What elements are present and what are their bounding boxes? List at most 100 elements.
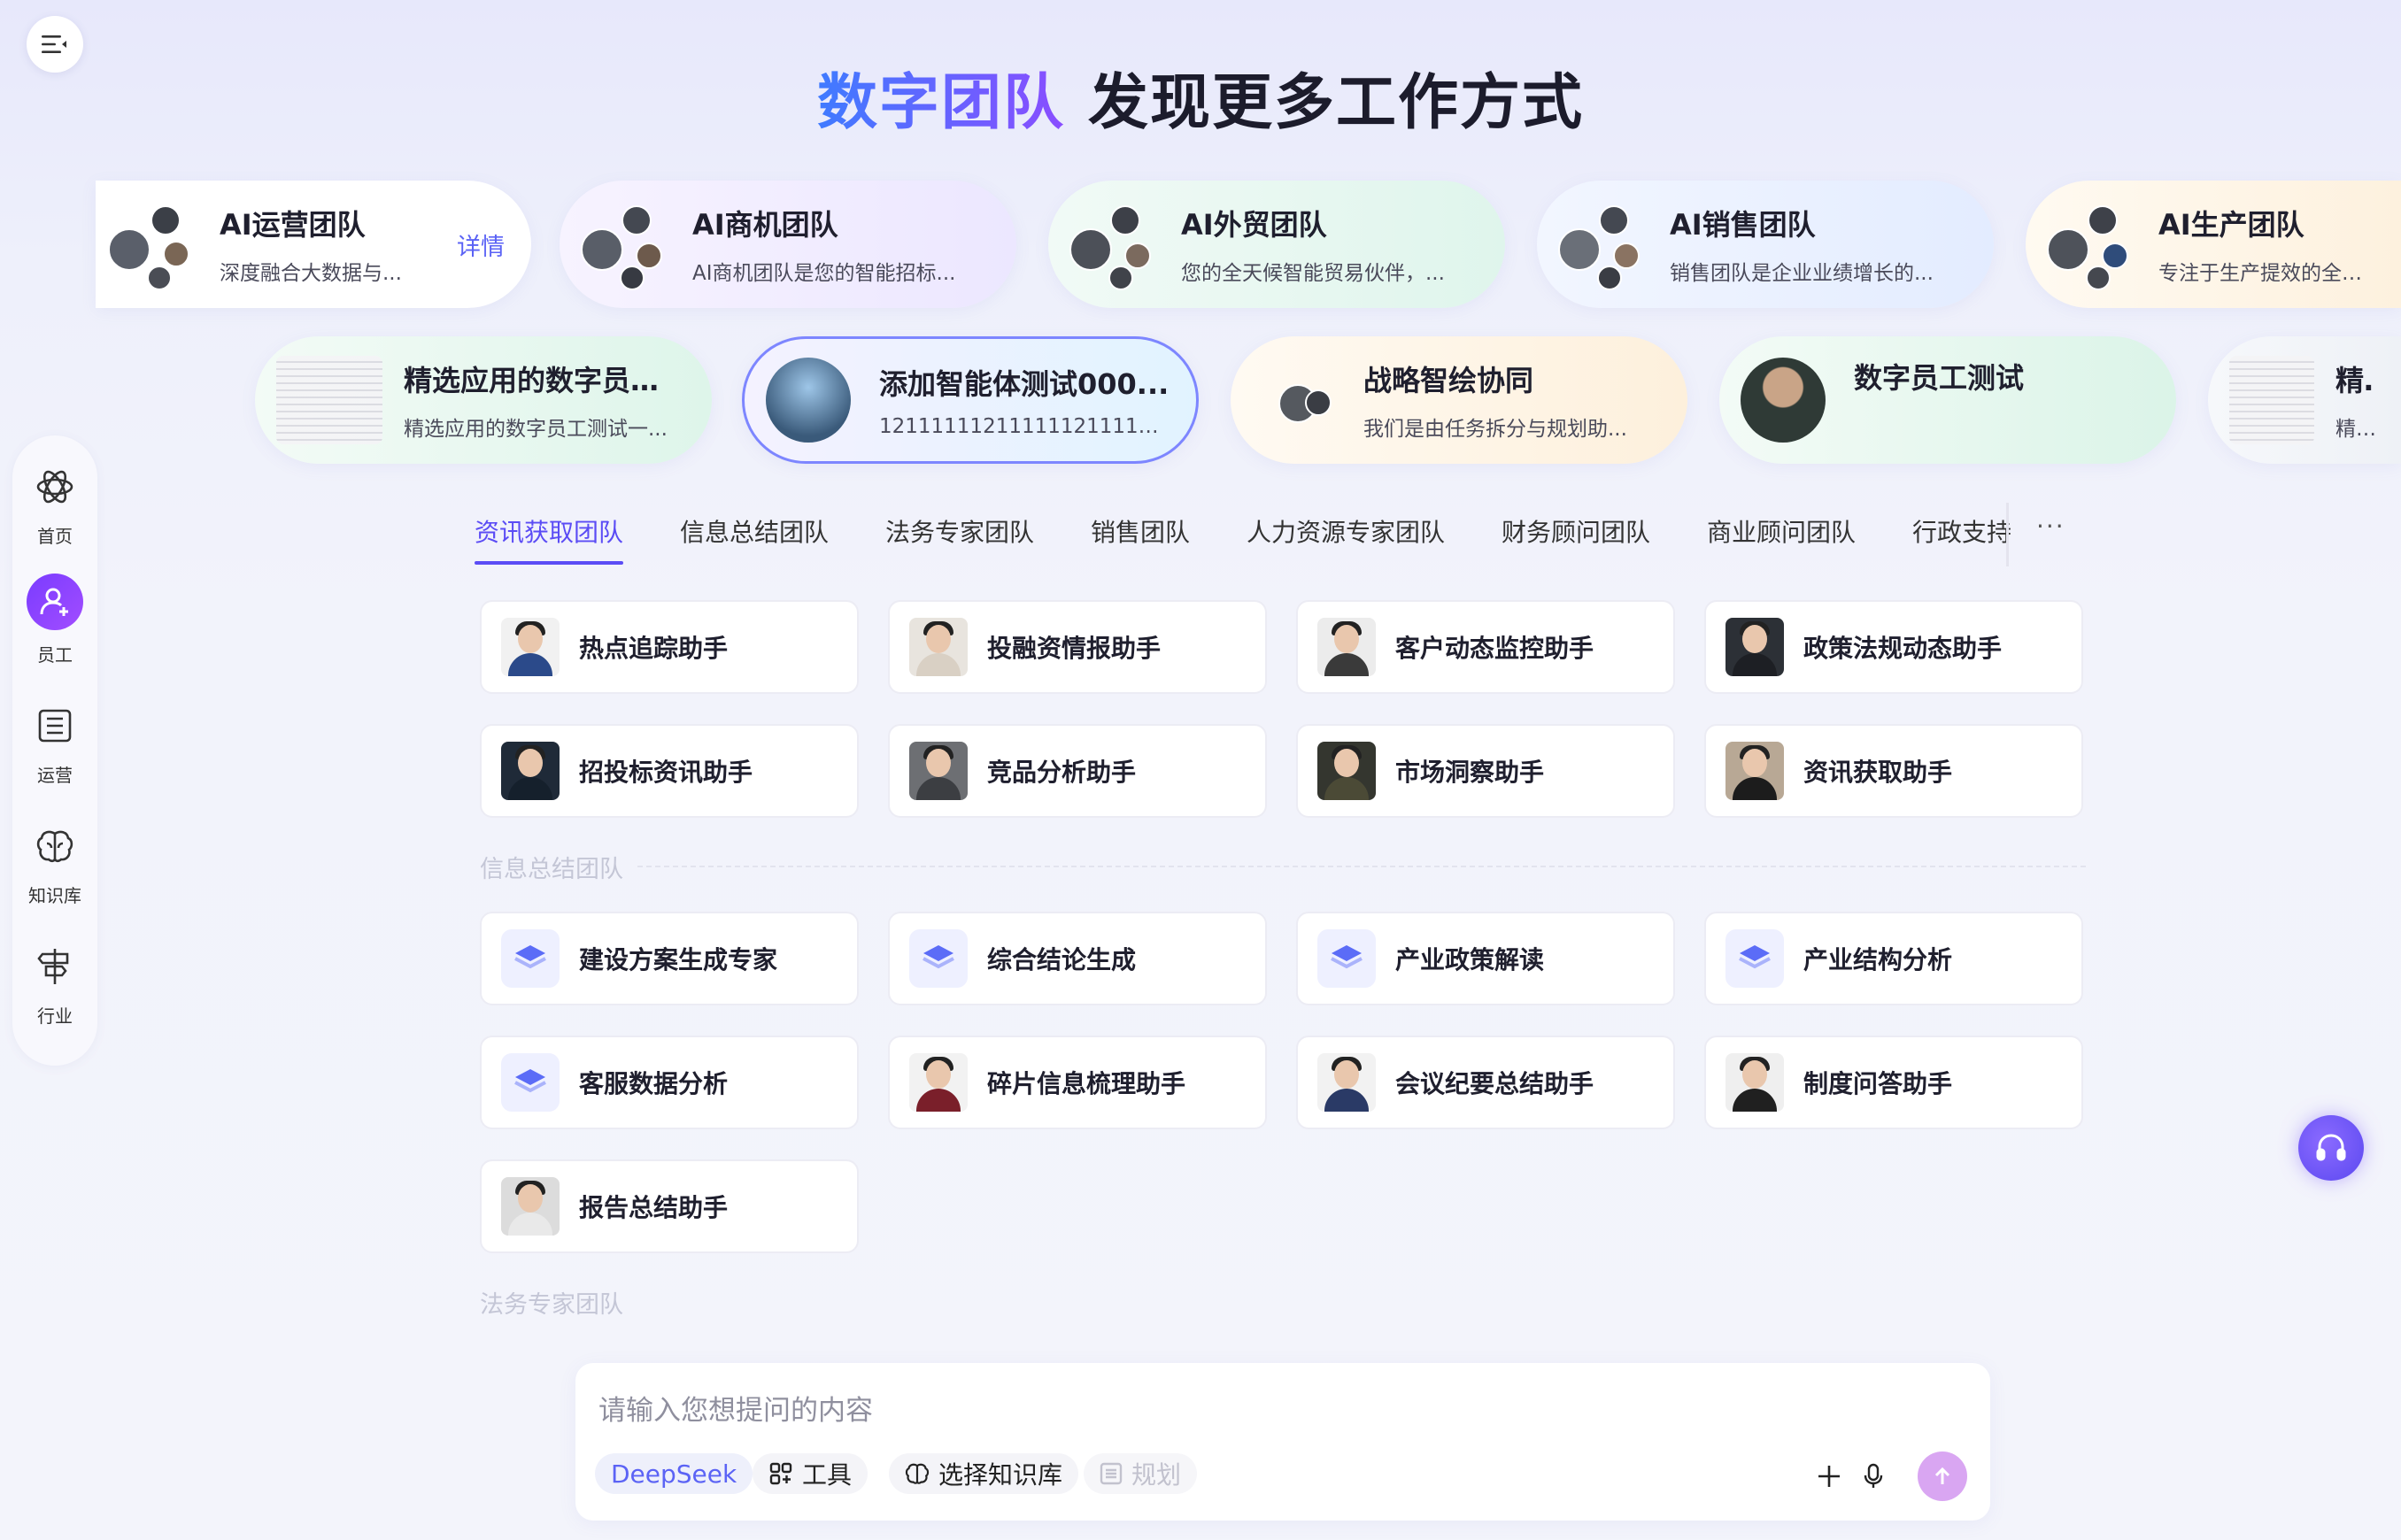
assistant-card[interactable]: 碎片信息梳理助手 — [888, 1036, 1267, 1129]
team-card-ai-production[interactable]: AI生产团队 专注于生产提效的全链路 — [2026, 181, 2401, 308]
add-attachment-button[interactable] — [1811, 1459, 1847, 1494]
assistant-card[interactable]: 会议纪要总结助手 — [1296, 1036, 1675, 1129]
home-atom-icon — [30, 462, 80, 512]
assistant-card[interactable]: 资讯获取助手 — [1704, 724, 2083, 818]
assistant-card[interactable]: 客服数据分析 — [480, 1036, 859, 1129]
assistant-card[interactable]: 制度问答助手 — [1704, 1036, 2083, 1129]
sidebar-item-home[interactable]: 首页 — [12, 462, 97, 548]
page-title: 数字团队 发现更多工作方式 — [0, 53, 2401, 141]
assistant-name: 综合结论生成 — [987, 945, 1137, 974]
assistant-name: 招投标资讯助手 — [579, 758, 753, 787]
tab-admin[interactable]: 行政支持 — [1912, 513, 2011, 549]
team-card-ai-opportunity[interactable]: AI商机团队 AI商机团队是您的智能招标... — [560, 181, 1016, 308]
chat-input-box: 请输入您想提问的内容 DeepSeek 工具 选择知识库 规划 — [575, 1363, 1990, 1521]
assistant-avatar — [501, 1177, 560, 1236]
brain-icon — [30, 821, 80, 871]
layers-icon — [1725, 929, 1784, 988]
tab-info-gathering[interactable]: 资讯获取团队 — [475, 513, 623, 549]
assistant-card[interactable]: 招投标资讯助手 — [480, 724, 859, 818]
assistant-name: 报告总结助手 — [579, 1193, 729, 1222]
tab-sales[interactable]: 销售团队 — [1091, 513, 1190, 549]
team-card-ai-sales[interactable]: AI销售团队 销售团队是企业业绩增长的... — [1537, 181, 1994, 308]
sidebar-item-label: 行业 — [37, 1005, 73, 1027]
arrow-up-icon — [1934, 1467, 1950, 1484]
tab-info-summary[interactable]: 信息总结团队 — [680, 513, 829, 549]
tab-legal[interactable]: 法务专家团队 — [885, 513, 1034, 549]
assistant-name: 投融资情报助手 — [987, 634, 1162, 663]
plus-icon — [1818, 1466, 1840, 1487]
assistant-card[interactable]: 报告总结助手 — [480, 1159, 859, 1253]
sidebar-item-label: 员工 — [37, 644, 73, 666]
select-knowledge-button[interactable]: 选择知识库 — [889, 1453, 1079, 1494]
sidebar-item-label: 运营 — [37, 765, 73, 786]
assistant-avatar — [1317, 742, 1376, 800]
tab-business[interactable]: 商业顾问团队 — [1707, 513, 1856, 549]
team-avatars — [108, 202, 193, 290]
assistant-card[interactable]: 竞品分析助手 — [888, 724, 1267, 818]
signpost-icon — [30, 942, 80, 991]
team-avatars — [2047, 202, 2132, 290]
assistant-card[interactable]: 热点追踪助手 — [480, 600, 859, 694]
team-desc: AI商机团队是您的智能招标... — [692, 262, 956, 285]
team-desc: 您的全天候智能贸易伙伴，... — [1181, 262, 1445, 285]
model-selector-button[interactable]: DeepSeek — [595, 1453, 753, 1494]
team-card-ai-trade[interactable]: AI外贸团队您的全天候智能贸易伙伴，... — [1048, 181, 1505, 308]
brain-icon — [905, 1463, 930, 1484]
assistant-card[interactable]: 产业结构分析 — [1704, 912, 2083, 1005]
assistant-name: 热点追踪助手 — [579, 634, 729, 663]
team-avatars — [1069, 202, 1154, 290]
sidebar-item-label: 知识库 — [28, 885, 81, 906]
team-detail-link[interactable]: 详情 — [457, 227, 505, 262]
assistant-name: 客户动态监控助手 — [1395, 634, 1594, 663]
customer-support-button[interactable] — [2298, 1115, 2364, 1181]
assistant-card[interactable]: 综合结论生成 — [888, 912, 1267, 1005]
assistant-card[interactable]: 建设方案生成专家 — [480, 912, 859, 1005]
assistant-name: 市场洞察助手 — [1395, 758, 1545, 787]
tabs-more-button[interactable]: ··· — [2036, 512, 2065, 541]
tab-hr[interactable]: 人力资源专家团队 — [1247, 513, 1445, 549]
assistant-name: 政策法规动态助手 — [1803, 634, 2003, 663]
sidebar-item-operations[interactable]: 运营 — [12, 701, 97, 787]
assistant-card[interactable]: 投融资情报助手 — [888, 600, 1267, 694]
team-desc: 1211111121111112111111211111... — [879, 415, 1170, 438]
team-desc: 精选应用的数字员工测试一... — [404, 418, 668, 441]
tab-finance[interactable]: 财务顾问团队 — [1502, 513, 1650, 549]
document-thumbnail — [276, 356, 382, 444]
knowledge-label: 选择知识库 — [938, 1460, 1063, 1490]
assistant-avatar — [1317, 618, 1376, 676]
team-card-agent-test[interactable]: 添加智能体测试000... 121111112111111211111121111… — [742, 336, 1199, 464]
tabs-divider — [2006, 503, 2009, 566]
list-icon — [1100, 1462, 1123, 1485]
team-card-selected-digital[interactable]: 精选应用的数字员工... 精选应用的数字员工测试一... — [255, 336, 712, 464]
tools-button[interactable]: 工具 — [753, 1453, 869, 1494]
voice-input-button[interactable] — [1856, 1459, 1891, 1494]
assistant-card[interactable]: 政策法规动态助手 — [1704, 600, 2083, 694]
team-card-digital-test[interactable]: 数字员工测试 — [1719, 336, 2176, 464]
assistant-card[interactable]: 市场洞察助手 — [1296, 724, 1675, 818]
team-card-strategy[interactable]: 战略智绘协同 我们是由任务拆分与规划助... — [1231, 336, 1687, 464]
assistant-avatar — [1317, 1053, 1376, 1112]
team-desc: 精选 — [2335, 418, 2374, 441]
section-divider — [637, 866, 2086, 867]
menu-collapse-icon — [42, 35, 66, 53]
team-name: AI外贸团队 — [1181, 208, 1327, 242]
team-name: AI生产团队 — [2158, 208, 2304, 242]
plan-button[interactable]: 规划 — [1084, 1453, 1198, 1494]
team-name: 数字员工测试 — [1854, 361, 2025, 395]
assistant-avatar — [909, 618, 968, 676]
assistant-name: 产业政策解读 — [1395, 945, 1545, 974]
title-rest: 发现更多工作方式 — [1088, 68, 1585, 138]
assistant-card[interactable]: 客户动态监控助手 — [1296, 600, 1675, 694]
sidebar-item-employees[interactable]: 员工 — [12, 574, 97, 666]
team-card-selected-partial[interactable]: 精选精选 — [2208, 336, 2401, 464]
team-card-ai-ops[interactable]: AI运营团队 深度融合大数据与... 详情 — [96, 181, 531, 308]
grid-icon — [769, 1462, 792, 1485]
assistant-card[interactable]: 产业政策解读 — [1296, 912, 1675, 1005]
team-name: 精选 — [2335, 364, 2374, 397]
assistant-name: 制度问答助手 — [1803, 1069, 1953, 1098]
send-button[interactable] — [1918, 1451, 1967, 1501]
sidebar-item-industry[interactable]: 行业 — [12, 942, 97, 1028]
team-row-2: 精选应用的数字员工... 精选应用的数字员工测试一... 添加智能体测试000..… — [0, 336, 2401, 464]
chat-input[interactable]: 请输入您想提问的内容 — [598, 1388, 873, 1428]
sidebar-item-knowledge[interactable]: 知识库 — [12, 821, 97, 907]
